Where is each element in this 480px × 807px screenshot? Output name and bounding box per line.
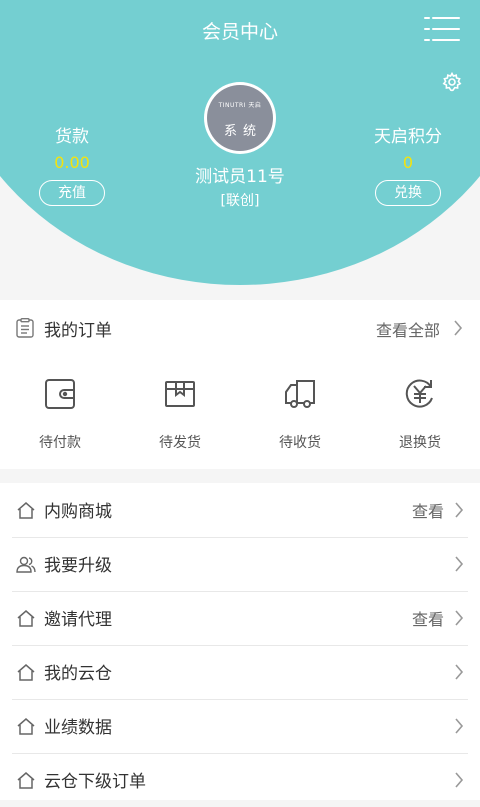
gear-icon[interactable] [442, 72, 462, 92]
orders-title: 我的订单 [44, 321, 112, 341]
order-label: 待付款 [39, 435, 81, 451]
header: 会员中心 货款 0.00 充值 TINUTRI 天启 系统 天启积分 0 兑换 … [0, 0, 480, 300]
view-all-link[interactable]: 查看全部 [376, 317, 440, 341]
menu-item-label: 邀请代理 [44, 610, 112, 630]
menu-item-value: 查看 [411, 610, 444, 629]
user-name: 测试员11号 [195, 167, 285, 187]
menu-item-label: 内购商城 [44, 502, 112, 522]
home-icon [17, 502, 35, 519]
truck-icon [285, 380, 315, 408]
menu-item-performance-data[interactable]: 业绩数据 [12, 699, 468, 754]
chevron-right-icon [455, 610, 464, 626]
chevron-right-icon [454, 320, 463, 336]
home-icon [17, 772, 35, 789]
chevron-right-icon [455, 772, 464, 788]
points-label: 天启积分 [374, 127, 442, 147]
clipboard-icon [16, 318, 34, 338]
wallet-icon [45, 379, 75, 409]
home-icon [17, 664, 35, 681]
order-pending-shipment[interactable]: 待发货 [120, 376, 240, 452]
menu-item-label: 我要升级 [44, 556, 112, 576]
avatar-brand: TINUTRI 天启 [218, 102, 262, 109]
orders-header[interactable]: 我的订单 查看全部 [0, 300, 480, 355]
avatar-image: TINUTRI 天启 系统 [207, 85, 273, 151]
menu-item-cloud-warehouse[interactable]: 我的云仓 [12, 645, 468, 700]
page-title: 会员中心 [201, 21, 278, 43]
menu-item-label: 业绩数据 [44, 718, 112, 738]
home-icon [17, 610, 35, 627]
order-label: 待收货 [279, 435, 321, 451]
users-icon [16, 556, 36, 573]
package-icon [165, 381, 195, 407]
menu-item-upgrade[interactable]: 我要升级 [12, 537, 468, 592]
chevron-right-icon [455, 502, 464, 518]
menu-item-subordinate-orders[interactable]: 云仓下级订单 [12, 753, 468, 807]
home-icon [17, 718, 35, 735]
order-refund[interactable]: 退换货 [360, 376, 480, 452]
avatar-text: 系统 [223, 124, 262, 139]
order-pending-receipt[interactable]: 待收货 [240, 376, 360, 452]
yuan-refund-icon [405, 379, 433, 408]
avatar[interactable]: TINUTRI 天启 系统 [204, 82, 276, 154]
menu-item-label: 云仓下级订单 [44, 772, 146, 792]
chevron-right-icon [455, 556, 464, 572]
menu-item-invite-agent[interactable]: 邀请代理 查看 [12, 591, 468, 646]
order-label: 待发货 [159, 435, 201, 451]
menu-item-value: 查看 [411, 502, 444, 521]
menu-list: 内购商城 查看 我要升级 邀请代理 查看 我的云仓 业绩数据 云仓下级订单 [0, 483, 480, 800]
chevron-right-icon [455, 664, 464, 680]
order-pending-payment[interactable]: 待付款 [0, 376, 120, 452]
balance-label: 货款 [55, 127, 89, 147]
menu-item-label: 我的云仓 [44, 664, 112, 684]
menu-icon[interactable] [424, 16, 460, 42]
orders-panel: 我的订单 查看全部 待付款 待发货 待收货 退换货 [0, 300, 480, 469]
order-label: 退换货 [399, 435, 441, 451]
chevron-right-icon [455, 718, 464, 734]
user-tag: [联创] [220, 193, 260, 209]
menu-item-internal-mall[interactable]: 内购商城 查看 [12, 483, 468, 538]
